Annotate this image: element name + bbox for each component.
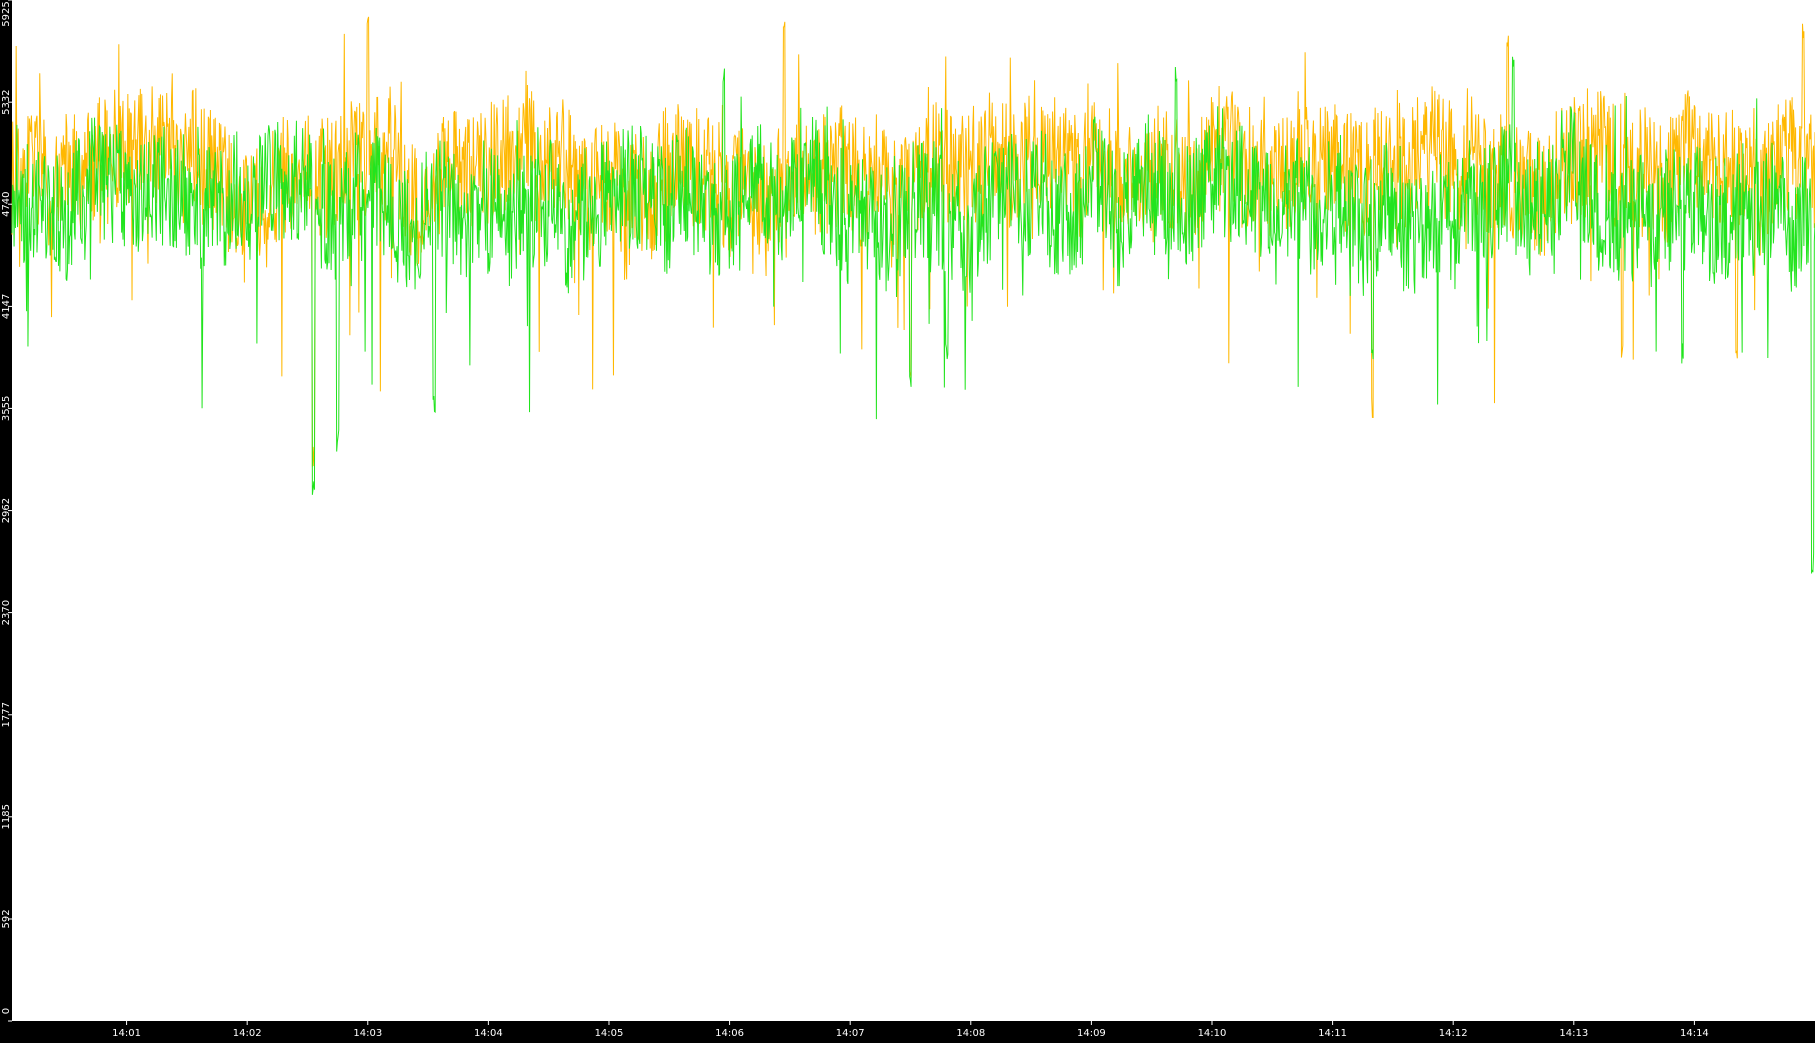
y-tick-label: 0 <box>1 1008 12 1014</box>
chart: 0 592 1185 1777 2370 2962 3555 4147 4740 5332 5925… <box>0 0 1815 1039</box>
y-tick-label: 2962 <box>1 498 12 523</box>
x-tick-label: 14:14 <box>1680 1028 1709 1039</box>
chart-svg: 0 592 1185 1777 2370 2962 3555 4147 4740 5332 5925… <box>0 0 1815 1039</box>
y-tick-label: 4147 <box>1 294 12 319</box>
y-tick-label: 3555 <box>1 396 12 421</box>
y-tick-label: 1777 <box>1 702 12 727</box>
x-tick-label: 14:08 <box>956 1028 985 1039</box>
y-tick-label: 2370 <box>1 600 12 625</box>
x-tick-label: 14:11 <box>1318 1028 1347 1039</box>
x-tick-label: 14:05 <box>595 1028 624 1039</box>
y-tick-label: 5332 <box>1 89 12 114</box>
x-tick-label: 14:12 <box>1439 1028 1468 1039</box>
x-tick-label: 14:10 <box>1198 1028 1227 1039</box>
x-tick-label: 14:09 <box>1077 1028 1106 1039</box>
y-tick-label: 592 <box>1 909 12 928</box>
x-tick-label: 14:06 <box>715 1028 744 1039</box>
x-tick-label: 14:03 <box>353 1028 382 1039</box>
x-tick-label: 14:01 <box>112 1028 141 1039</box>
x-tick-label: 14:07 <box>836 1028 865 1039</box>
y-tick-label: 4740 <box>1 191 12 216</box>
x-tick-label: 14:13 <box>1559 1028 1588 1039</box>
x-tick-label: 14:04 <box>474 1028 503 1039</box>
x-tick-label: 14:02 <box>233 1028 262 1039</box>
y-tick-label: 5925 <box>1 1 12 26</box>
y-tick-label: 1185 <box>1 804 12 829</box>
x-axis-panel <box>0 1021 1815 1039</box>
